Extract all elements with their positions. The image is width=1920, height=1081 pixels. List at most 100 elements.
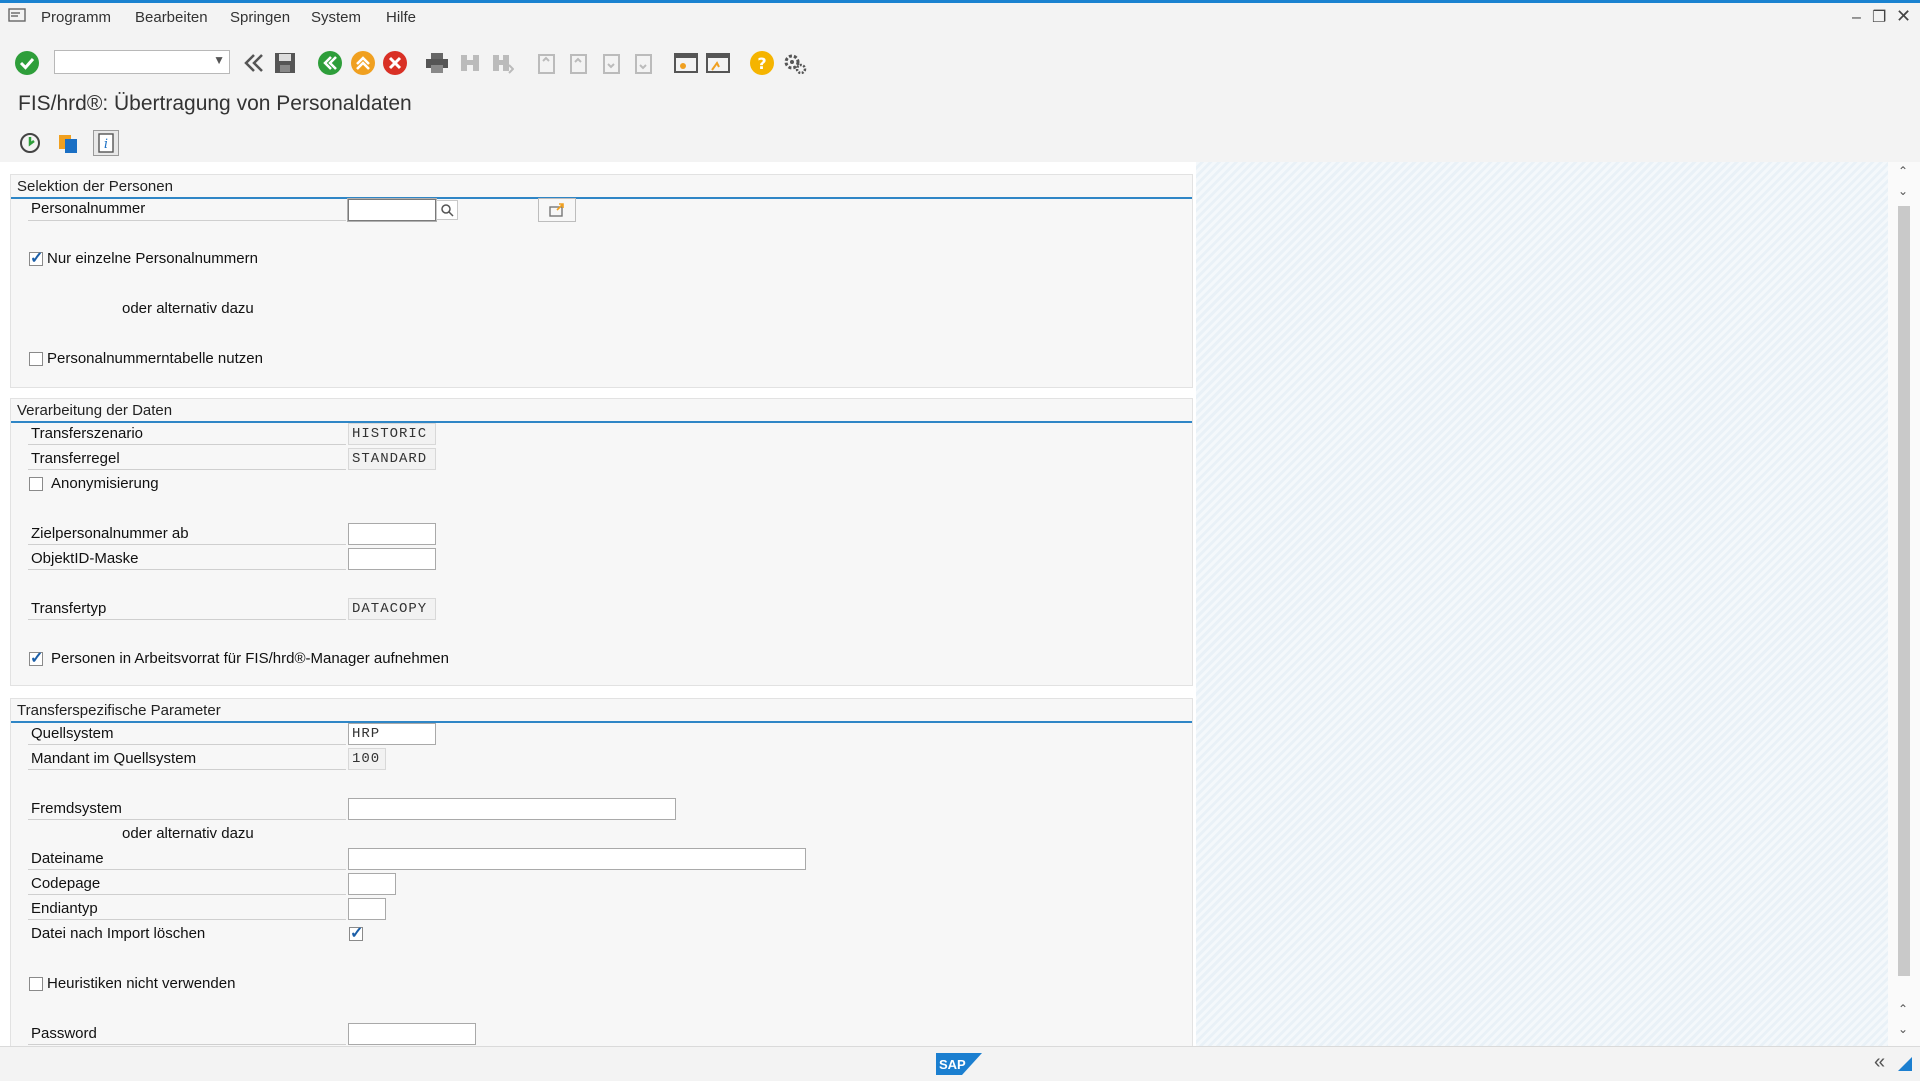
label-underline: [28, 569, 346, 570]
quellsystem-label: Quellsystem: [31, 725, 114, 742]
check-mark-icon: ✓: [30, 250, 44, 267]
resize-grip-icon[interactable]: [1898, 1057, 1912, 1071]
label-underline: [28, 869, 346, 870]
svg-text:i: i: [104, 137, 108, 152]
save-icon: [275, 53, 295, 73]
restore-icon[interactable]: ❐: [1872, 7, 1886, 27]
first-page-button[interactable]: [533, 50, 559, 76]
password-input[interactable]: [348, 1023, 476, 1045]
or-alternative-text: oder alternativ dazu: [122, 300, 254, 317]
chevron-down-icon[interactable]: ▼: [213, 53, 225, 67]
scrollbar-thumb[interactable]: [1898, 206, 1910, 976]
menu-bearbeiten[interactable]: Bearbeiten: [135, 9, 208, 26]
label-underline: [28, 544, 346, 545]
scroll-up-icon[interactable]: ⌄: [1898, 184, 1908, 198]
use-table-checkbox[interactable]: [29, 352, 43, 366]
page-title: FIS/hrd®: Übertragung von Personaldaten: [18, 92, 412, 115]
help-button[interactable]: ?: [749, 50, 775, 76]
transferregel-field[interactable]: STANDARD: [348, 448, 436, 470]
endiantyp-input[interactable]: [348, 898, 386, 920]
transfertyp-field[interactable]: DATACOPY: [348, 598, 436, 620]
search-help-button[interactable]: [436, 200, 458, 220]
create-shortcut-button[interactable]: [705, 50, 731, 76]
label-underline: [28, 220, 346, 221]
cancel-button[interactable]: [382, 50, 408, 76]
find-icon: [461, 55, 479, 71]
customize-layout-button[interactable]: [782, 50, 808, 76]
menu-springen[interactable]: Springen: [230, 9, 290, 26]
transfertyp-label: Transfertyp: [31, 600, 107, 617]
menu-programm[interactable]: Programm: [41, 9, 111, 26]
multiple-selection-button[interactable]: [538, 198, 576, 222]
command-field[interactable]: ▼: [54, 50, 230, 74]
check-mark-icon: ✓: [30, 650, 44, 667]
variants-button[interactable]: [55, 130, 81, 156]
use-table-label: Personalnummerntabelle nutzen: [47, 350, 263, 367]
group-title: Verarbeitung der Daten: [17, 402, 173, 419]
label-underline: [28, 619, 346, 620]
multiple-selection-icon: [549, 203, 564, 217]
back-button[interactable]: [317, 50, 343, 76]
client-input[interactable]: 100: [348, 748, 386, 770]
heuristics-checkbox[interactable]: [29, 977, 43, 991]
worklist-label: Personen in Arbeitsvorrat für FIS/hrd®-M…: [51, 650, 449, 667]
codepage-input[interactable]: [348, 873, 396, 895]
objectid-mask-input[interactable]: [348, 548, 436, 570]
previous-page-button[interactable]: [565, 50, 591, 76]
dateiname-input[interactable]: [348, 848, 806, 870]
info-icon: i: [98, 133, 114, 153]
cancel-icon: [383, 51, 407, 75]
last-page-button[interactable]: [630, 50, 656, 76]
worklist-checkbox[interactable]: ✓: [29, 650, 43, 667]
menu-system[interactable]: System: [311, 9, 361, 26]
print-button[interactable]: [424, 50, 450, 76]
find-next-button[interactable]: [489, 50, 515, 76]
group-processing: Verarbeitung der Daten: [10, 398, 1193, 686]
transferszenario-field[interactable]: HISTORIC: [348, 423, 436, 445]
next-page-button[interactable]: [598, 50, 624, 76]
scroll-bottom-icon[interactable]: ⌄: [1898, 1022, 1908, 1036]
close-icon[interactable]: ✕: [1896, 6, 1911, 27]
group-divider: [11, 197, 1192, 199]
find-button[interactable]: [457, 50, 483, 76]
anonymize-checkbox[interactable]: [29, 477, 43, 491]
fremdsystem-label: Fremdsystem: [31, 800, 122, 817]
collapse-command-button[interactable]: [241, 50, 267, 76]
check-mark-icon: ✓: [350, 925, 364, 942]
transferregel-label: Transferregel: [31, 450, 120, 467]
check-icon: [15, 51, 39, 75]
previous-page-icon: [570, 54, 587, 74]
scroll-top-icon[interactable]: ⌃: [1898, 164, 1908, 178]
label-underline: [28, 469, 346, 470]
only-single-checkbox[interactable]: ✓: [29, 250, 43, 267]
system-menu-icon[interactable]: [8, 7, 26, 27]
status-bar: SAP «: [0, 1046, 1920, 1081]
label-underline: [28, 919, 346, 920]
group-divider: [11, 421, 1192, 423]
delete-after-import-checkbox[interactable]: ✓: [349, 925, 363, 942]
application-toolbar: [0, 126, 1920, 163]
target-pernr-input[interactable]: [348, 523, 436, 545]
personalnummer-input[interactable]: [348, 199, 436, 221]
quellsystem-input[interactable]: HRP: [348, 723, 436, 745]
fremdsystem-input[interactable]: [348, 798, 676, 820]
save-button[interactable]: [272, 50, 298, 76]
first-page-icon: [538, 54, 555, 74]
back-icon: [318, 51, 342, 75]
info-button[interactable]: i: [93, 130, 119, 156]
label-underline: [28, 894, 346, 895]
codepage-label: Codepage: [31, 875, 101, 892]
vertical-scrollbar[interactable]: ⌃ ⌄ ⌃ ⌄: [1888, 162, 1920, 1046]
find-next-icon: [493, 55, 514, 74]
exit-button[interactable]: [350, 50, 376, 76]
minimize-icon[interactable]: –: [1852, 9, 1861, 27]
new-session-button[interactable]: [673, 50, 699, 76]
menu-hilfe[interactable]: Hilfe: [386, 9, 416, 26]
delete-after-import-label: Datei nach Import löschen: [31, 925, 206, 942]
double-chevron-left-icon[interactable]: «: [1874, 1051, 1885, 1074]
scroll-down-icon[interactable]: ⌃: [1898, 1002, 1908, 1016]
execute-button[interactable]: [17, 130, 43, 156]
enter-button[interactable]: [14, 50, 40, 76]
execute-icon: [20, 133, 40, 153]
transferszenario-label: Transferszenario: [31, 425, 143, 442]
